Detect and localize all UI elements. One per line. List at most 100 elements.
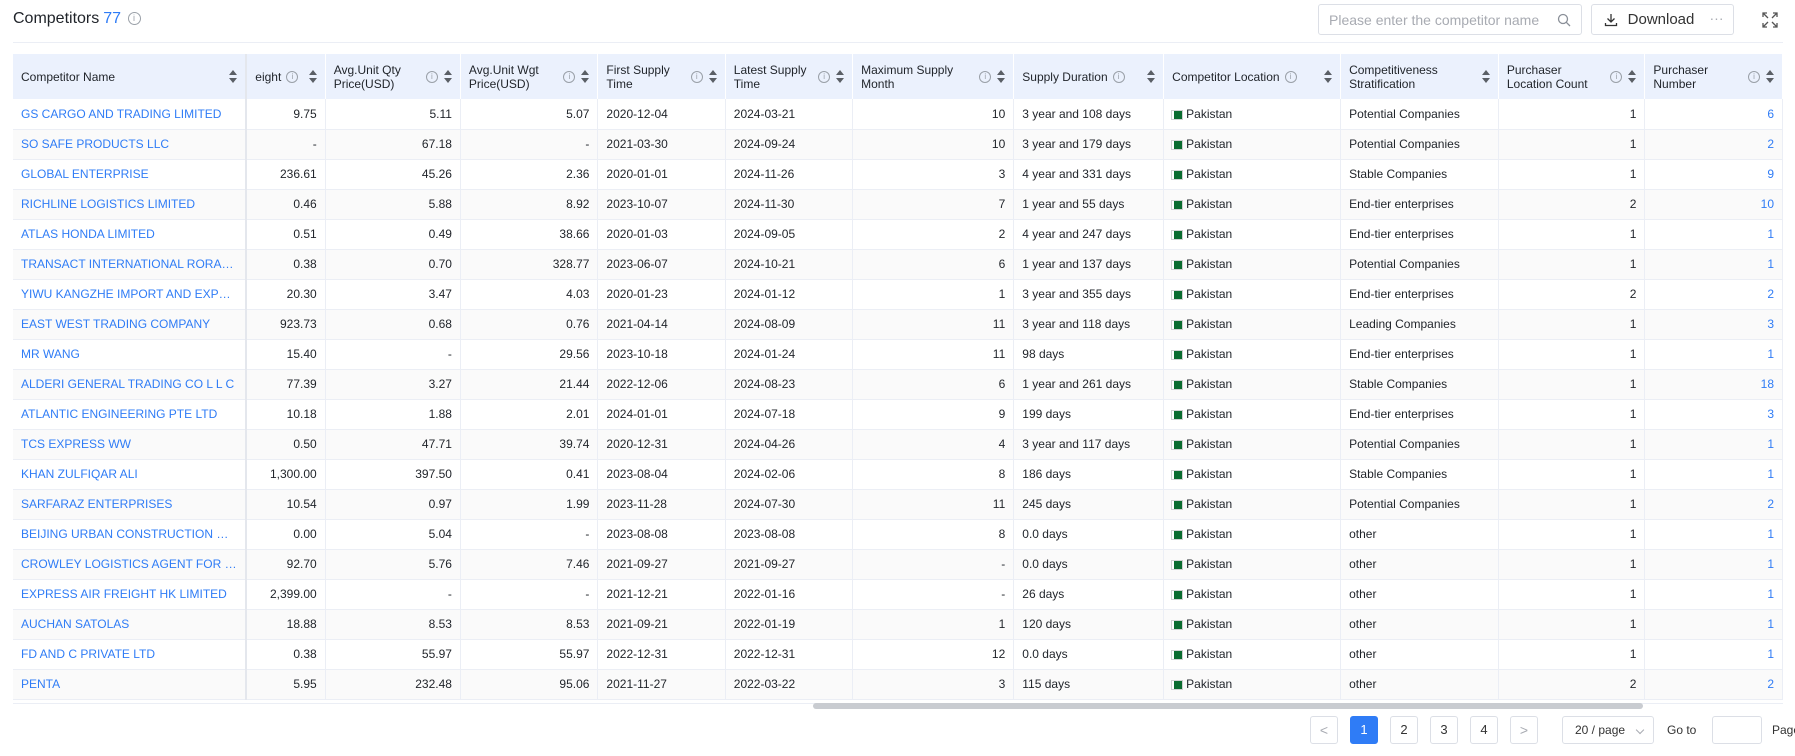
sort-icon[interactable] — [708, 70, 717, 84]
info-icon[interactable]: i — [1610, 70, 1623, 83]
table-row: TCS EXPRESS WW 0.50 47.71 39.74 2020-12-31 20… — [13, 429, 1783, 460]
wgt-price-cell: 8.92 — [460, 189, 599, 220]
info-icon[interactable]: i — [1748, 70, 1760, 83]
page-4-button[interactable]: 4 — [1470, 716, 1498, 744]
purchaser-number-link[interactable]: 1 — [1644, 339, 1783, 370]
competitor-search-input[interactable] — [1329, 10, 1549, 30]
purchaser-location-count-cell: 1 — [1498, 249, 1646, 280]
competitor-name-link[interactable]: RICHLINE LOGISTICS LIMITED — [13, 189, 248, 220]
sort-icon[interactable] — [1628, 70, 1637, 84]
column-header[interactable]: eight i — [246, 54, 326, 99]
column-header[interactable]: Purchaser Number i — [1644, 54, 1783, 99]
competitor-name-link[interactable]: ATLANTIC ENGINEERING PTE LTD — [13, 399, 248, 430]
competitor-name-link[interactable]: EXPRESS AIR FREIGHT HK LIMITED — [13, 579, 248, 610]
column-header[interactable]: Purchaser Location Count i — [1498, 54, 1646, 99]
sort-icon[interactable] — [443, 70, 452, 84]
column-header[interactable]: Competitor Location i — [1163, 54, 1342, 99]
purchaser-number-link[interactable]: 1 — [1644, 579, 1783, 610]
purchaser-number-link[interactable]: 1 — [1644, 429, 1783, 460]
purchaser-number-link[interactable]: 1 — [1644, 609, 1783, 640]
sort-icon[interactable] — [1324, 70, 1333, 84]
purchaser-number-link[interactable]: 2 — [1644, 279, 1783, 310]
more-button[interactable]: ··· — [1700, 4, 1734, 35]
purchaser-number-link[interactable]: 1 — [1644, 549, 1783, 580]
sort-icon[interactable] — [1481, 70, 1490, 84]
column-header[interactable]: Avg.Unit Wgt Price(USD) i — [460, 54, 599, 99]
column-header[interactable]: Maximum Supply Month i — [852, 54, 1015, 99]
competitor-name-link[interactable]: ATLAS HONDA LIMITED — [13, 219, 248, 250]
competitor-name-link[interactable]: EAST WEST TRADING COMPANY — [13, 309, 248, 340]
download-button[interactable]: Download — [1591, 4, 1701, 35]
competitor-name-link[interactable]: SO SAFE PRODUCTS LLC — [13, 129, 248, 160]
scrollbar-thumb[interactable] — [813, 703, 1643, 709]
competitor-name-link[interactable]: BEIJING URBAN CONSTRUCTION GR... — [13, 519, 248, 550]
stratification-cell: Leading Companies — [1340, 309, 1499, 340]
pakistan-flag-icon — [1171, 440, 1184, 450]
horizontal-scrollbar[interactable] — [13, 702, 1783, 710]
competitor-name-link[interactable]: PENTA — [13, 669, 248, 700]
info-icon[interactable]: i — [425, 70, 438, 83]
purchaser-number-link[interactable]: 9 — [1644, 159, 1783, 190]
sort-icon[interactable] — [229, 70, 238, 84]
sort-icon[interactable] — [581, 70, 590, 84]
competitor-name-link[interactable]: SARFARAZ ENTERPRISES — [13, 489, 248, 520]
column-header[interactable]: Competitiveness Stratification — [1340, 54, 1499, 99]
sort-icon[interactable] — [1766, 70, 1774, 84]
sort-icon[interactable] — [997, 70, 1006, 84]
page-1-button[interactable]: 1 — [1350, 716, 1378, 744]
expand-icon[interactable] — [1761, 11, 1779, 29]
competitor-name-link[interactable]: YIWU KANGZHE IMPORT AND EXPOR... — [13, 279, 248, 310]
column-header[interactable]: First Supply Time i — [597, 54, 726, 99]
max-supply-month-cell: 6 — [852, 249, 1015, 280]
prev-page-button[interactable]: < — [1310, 716, 1338, 744]
purchaser-number-link[interactable]: 6 — [1644, 99, 1783, 130]
column-header[interactable]: Avg.Unit Qty Price(USD) i — [325, 54, 461, 99]
purchaser-number-link[interactable]: 1 — [1644, 639, 1783, 670]
competitor-name-link[interactable]: MR WANG — [13, 339, 248, 370]
purchaser-number-link[interactable]: 2 — [1644, 129, 1783, 160]
competitor-name-link[interactable]: GLOBAL ENTERPRISE — [13, 159, 248, 190]
competitor-name-link[interactable]: AUCHAN SATOLAS — [13, 609, 248, 640]
latest-supply-cell: 2021-09-27 — [725, 549, 854, 580]
competitor-name-link[interactable]: CROWLEY LOGISTICS AGENT FOR CO... — [13, 549, 248, 580]
purchaser-number-link[interactable]: 1 — [1644, 519, 1783, 550]
info-icon[interactable]: i — [563, 70, 576, 83]
purchaser-number-link[interactable]: 3 — [1644, 399, 1783, 430]
competitor-name-link[interactable]: FD AND C PRIVATE LTD — [13, 639, 248, 670]
sort-icon[interactable] — [1147, 70, 1156, 84]
competitor-name-link[interactable]: ALDERI GENERAL TRADING CO L L C — [13, 369, 248, 400]
purchaser-number-link[interactable]: 2 — [1644, 669, 1783, 700]
competitor-name-link[interactable]: TRANSACT INTERNATIONAL RORAS ... — [13, 249, 248, 280]
competitor-name-link[interactable]: GS CARGO AND TRADING LIMITED — [13, 99, 248, 130]
sort-icon[interactable] — [836, 70, 845, 84]
next-page-button[interactable]: > — [1510, 716, 1538, 744]
purchaser-number-link[interactable]: 18 — [1644, 369, 1783, 400]
purchaser-number-link[interactable]: 3 — [1644, 309, 1783, 340]
info-icon[interactable]: i — [690, 70, 703, 83]
first-supply-cell: 2020-12-04 — [597, 99, 726, 130]
page-size-select[interactable]: 20 / page — [1562, 716, 1654, 744]
info-icon[interactable]: i — [286, 70, 299, 83]
info-icon[interactable]: i — [127, 12, 141, 25]
info-icon[interactable]: i — [818, 70, 831, 83]
purchaser-number-link[interactable]: 2 — [1644, 489, 1783, 520]
stratification-cell: other — [1340, 609, 1499, 640]
goto-page-input[interactable] — [1712, 716, 1762, 744]
column-header[interactable]: Latest Supply Time i — [725, 54, 854, 99]
purchaser-number-link[interactable]: 1 — [1644, 249, 1783, 280]
competitor-name-link[interactable]: TCS EXPRESS WW — [13, 429, 248, 460]
page-2-button[interactable]: 2 — [1390, 716, 1418, 744]
competitor-name-link[interactable]: KHAN ZULFIQAR ALI — [13, 459, 248, 490]
sort-icon[interactable] — [308, 70, 317, 84]
info-icon[interactable]: i — [1112, 70, 1125, 83]
info-icon[interactable]: i — [1284, 70, 1297, 83]
purchaser-number-link[interactable]: 1 — [1644, 459, 1783, 490]
purchaser-number-link[interactable]: 1 — [1644, 219, 1783, 250]
search-icon[interactable] — [1557, 13, 1571, 27]
purchaser-number-link[interactable]: 10 — [1644, 189, 1783, 220]
column-header[interactable]: Supply Duration i — [1013, 54, 1165, 99]
info-icon[interactable]: i — [979, 70, 992, 83]
wgt-price-cell: 55.97 — [460, 639, 599, 670]
column-header-competitor-name[interactable]: Competitor Name — [13, 54, 248, 99]
page-3-button[interactable]: 3 — [1430, 716, 1458, 744]
